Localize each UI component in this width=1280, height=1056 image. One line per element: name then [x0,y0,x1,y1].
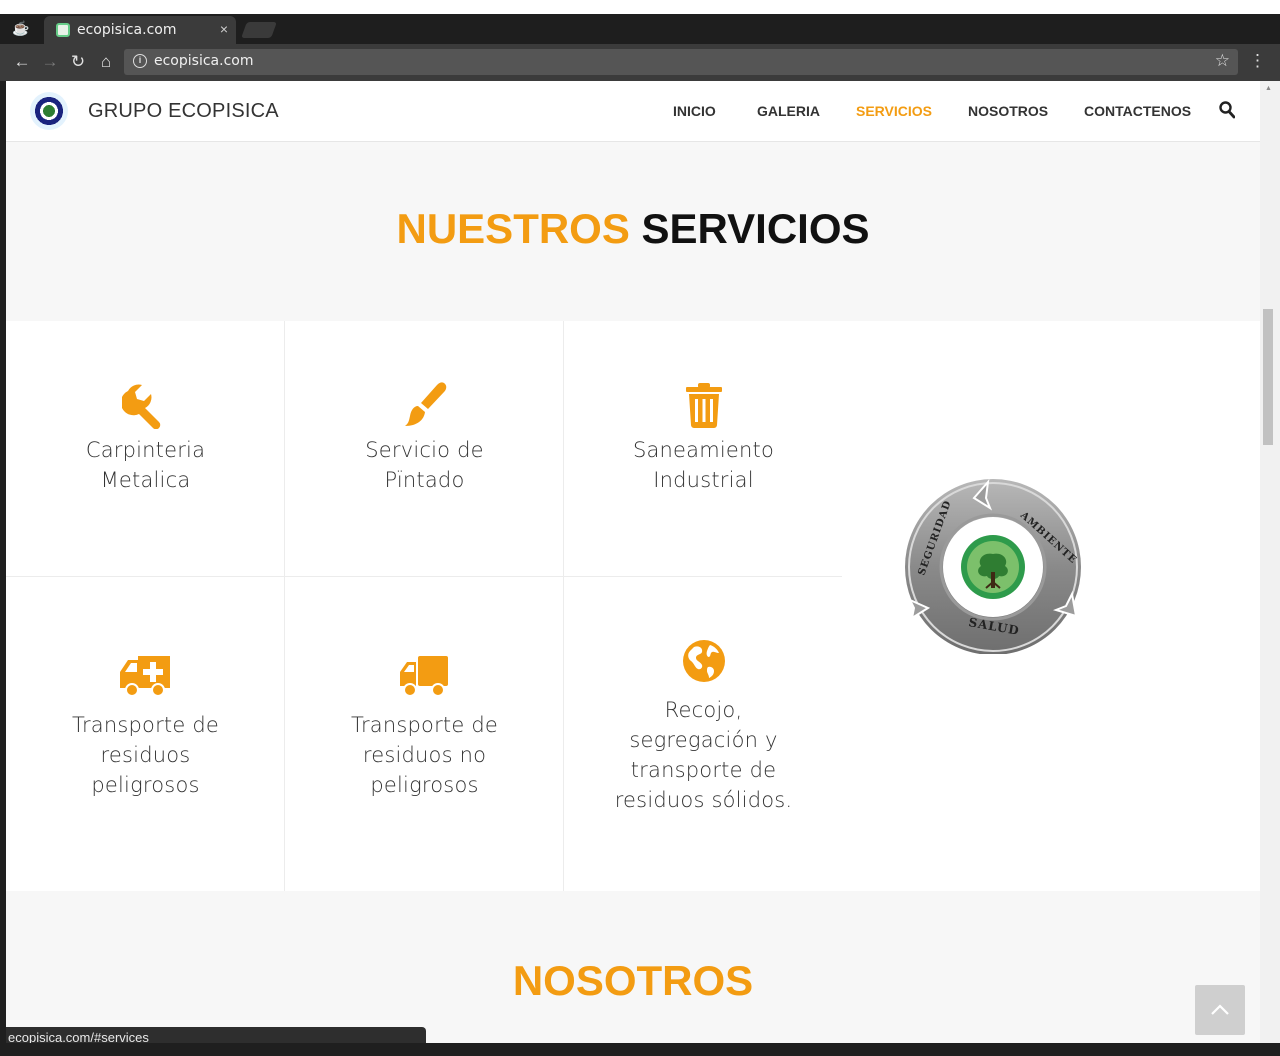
status-url: ecopisica.com/#services [8,1030,149,1043]
new-tab-button[interactable] [241,22,277,38]
home-icon[interactable]: ⌂ [95,51,117,73]
tab-close-icon[interactable]: × [220,21,228,37]
scrollbar-thumb[interactable] [1263,309,1273,445]
service-label: Carpinteria Metalica [85,438,206,492]
browser-chrome: ☕ ecopisica.com × ← → ↻ ⌂ i ecopisica.co… [0,14,1280,81]
incognito-icon: ☕ [12,20,30,36]
services-title: NUESTROS SERVICIOS [6,205,1260,253]
browser-tab[interactable]: ecopisica.com × [44,16,236,44]
globe-icon [682,640,725,682]
back-to-top-button[interactable] [1195,985,1245,1035]
page-scrollbar[interactable]: ▲ [1260,81,1280,1043]
nav-contactenos[interactable]: CONTACTENOS [1084,103,1191,119]
tab-title: ecopisica.com [77,22,177,38]
site-brand[interactable]: GRUPO ECOPISICA [88,100,279,123]
nav-galeria[interactable]: GALERIA [757,103,820,119]
service-label: Servicio de Pïntado [365,438,484,492]
site-navbar: GRUPO ECOPISICA INICIO GALERIA SERVICIOS… [6,81,1260,142]
status-bar: ecopisica.com/#services [6,1027,426,1043]
bookmark-star-icon[interactable]: ☆ [1215,51,1230,71]
services-title-accent: NUESTROS [396,205,630,252]
service-item[interactable]: Servicio de Pïntado [285,381,564,495]
service-item[interactable]: Saneamiento Industrial [564,381,843,495]
nav-inicio[interactable]: INICIO [673,103,716,119]
service-item[interactable]: Recojo, segregación y transporte de resi… [564,639,843,815]
trash-icon [685,383,722,428]
service-label: Transporte de residuos no peligrosos [351,713,498,797]
nav-servicios[interactable]: SERVICIOS [856,103,932,119]
service-label: Transporte de residuos peligrosos [72,713,219,797]
service-item[interactable]: Transporte de residuos peligrosos [6,654,285,800]
service-item[interactable]: Carpinteria Metalica [6,381,285,495]
safety-environment-health-badge: SEGURIDAD AMBIENTE SALUD [905,478,1081,654]
search-icon[interactable] [1219,101,1235,119]
services-title-rest: SERVICIOS [641,205,870,252]
page-viewport: GRUPO ECOPISICA INICIO GALERIA SERVICIOS… [6,81,1260,1043]
paintbrush-icon [404,382,446,426]
site-logo[interactable] [30,92,68,130]
address-url[interactable]: ecopisica.com [154,53,253,69]
truck-icon [399,656,448,697]
nav-nosotros[interactable]: NOSOTROS [968,103,1048,119]
favicon-icon [56,23,70,37]
grid-divider [6,576,842,577]
address-bar[interactable]: i ecopisica.com ☆ [124,49,1238,75]
service-item[interactable]: Transporte de residuos no peligrosos [285,654,564,800]
service-label: Recojo, segregación y transporte de resi… [614,698,793,812]
scroll-up-arrow-icon[interactable]: ▲ [1265,85,1272,92]
browser-toolbar: ← → ↻ ⌂ i ecopisica.com ☆ ⋮ [0,44,1280,81]
chevron-up-icon [1211,1004,1229,1015]
browser-menu-icon[interactable]: ⋮ [1249,51,1266,71]
forward-icon[interactable]: → [39,51,61,73]
about-title-text: NOSOTROS [512,957,754,1004]
ambulance-icon [119,656,170,697]
wrench-icon [121,384,160,429]
service-label: Saneamiento Industrial [632,438,775,492]
window-top-strip [0,0,1280,14]
back-icon[interactable]: ← [11,51,33,73]
about-title: NOSOTROS [6,957,1260,1005]
site-info-icon[interactable]: i [133,54,147,68]
tab-bar: ☕ ecopisica.com × [0,14,1280,44]
reload-icon[interactable]: ↻ [67,51,89,73]
